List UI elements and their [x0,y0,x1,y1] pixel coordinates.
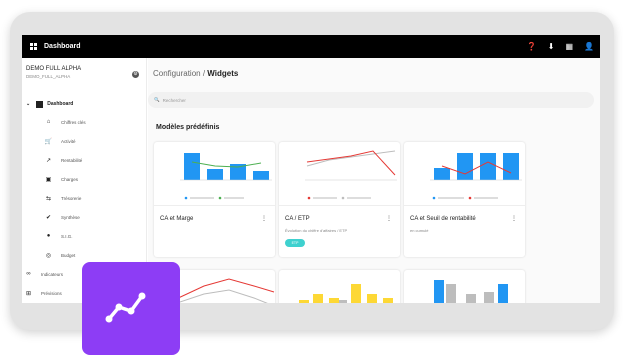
bar-line-chart-thumbnail [180,153,272,200]
widget-card-row2-2[interactable] [279,270,400,303]
widget-card-row2-3[interactable] [404,270,525,303]
bar-chart-thumbnail [299,284,393,303]
line-chart-icon [105,292,146,323]
home-icon: ⌂ [46,119,51,125]
user-icon[interactable]: 👤 [584,42,594,51]
sidebar-item-sig[interactable]: ● S.I.G. [44,230,73,242]
more-vert-icon[interactable]: ⋮ [261,215,267,222]
gear-icon[interactable]: ⚙ [132,71,139,78]
bar [207,169,223,180]
top-bar: Dashboard ❓ ⬇ ▦ 👤 [22,35,600,58]
analytics-badge [82,262,180,355]
breadcrumb-root[interactable]: Configuration [153,69,201,78]
sidebar-item-chiffres-cles[interactable]: ⌂ Chiffres clés [44,116,86,128]
bar [434,168,450,180]
bar-line-chart-thumbnail [430,153,522,200]
dashboard-icon [36,100,44,108]
widget-title: CA et Marge [160,216,194,222]
bar [457,153,473,180]
dashboard-logo-icon [30,42,38,51]
widget-description: en cumulé [410,228,429,233]
etp-badge: ETP [285,239,305,247]
org-name: DEMO FULL ALPHA [26,66,82,72]
plus-icon: ⊞ [25,290,32,297]
search-input[interactable]: 🔍 Rechercher [148,92,594,108]
sidebar-item-previsions[interactable]: ⊞ Prévisions [24,287,62,299]
cart-icon: 🛒 [44,138,53,145]
breadcrumb-current: Widgets [207,69,239,78]
widget-chart-thumbnail [279,142,400,206]
line-chart-thumbnail [305,150,397,200]
widget-card-ca-seuil[interactable]: CA et Seuil de rentabilité en cumulé ⋮ [404,142,525,257]
trend-icon: ↗ [45,157,52,164]
widget-description: Évolution du chiffre d'affaires / ETP [285,228,348,233]
widget-chart-thumbnail [154,142,275,206]
sidebar-item-tresorerie[interactable]: ⇆ Trésorerie [44,192,81,204]
more-vert-icon[interactable]: ⋮ [386,215,392,222]
org-id: DEMO_FULL_ALPHA [26,74,71,79]
infinity-icon: ∞ [26,271,31,277]
circle-icon: ● [46,233,51,239]
sidebar-item-budget[interactable]: ◎ Budget [44,249,75,261]
chevron-down-icon: ⌄ [26,101,31,107]
breadcrumb: Configuration / Widgets [153,69,239,78]
search-placeholder: Rechercher [162,97,186,103]
app-title: Dashboard [44,43,81,50]
bar [480,153,496,180]
apps-icon[interactable]: ▦ [565,42,573,51]
section-title: Modèles prédéfinis [156,124,220,131]
widget-title: CA et Seuil de rentabilité [410,216,476,222]
box-icon: ▣ [45,176,52,183]
help-icon[interactable]: ❓ [527,42,537,51]
sidebar-item-rentabilite[interactable]: ↗ Rentabilité [44,154,82,166]
bar [503,153,519,180]
sidebar-item-charges[interactable]: ▣ Charges [44,173,78,185]
widget-chart-thumbnail [404,142,525,206]
widget-title: CA / ETP [285,216,310,222]
widget-card-ca-etp[interactable]: CA / ETP Évolution du chiffre d'affaires… [279,142,400,257]
nav-dashboard-group[interactable]: ⌄ Dashboard [26,98,73,110]
more-vert-icon[interactable]: ⋮ [511,215,517,222]
download-icon[interactable]: ⬇ [548,42,555,51]
org-switcher[interactable]: DEMO FULL ALPHA DEMO_FULL_ALPHA ⚙ [26,66,143,88]
sidebar-item-indicateurs[interactable]: ∞ Indicateurs [24,268,63,280]
bar-chart-thumbnail [434,280,508,303]
arrows-icon: ⇆ [45,195,52,202]
search-icon: 🔍 [154,97,160,102]
bar [184,153,200,180]
sidebar-item-synthese[interactable]: ✔ Synthèse [44,211,80,223]
main-content: Configuration / Widgets 🔍 Rechercher Mod… [148,58,600,303]
nav-dashboard-label: Dashboard [47,101,74,107]
widget-card-ca-marge[interactable]: CA et Marge ⋮ [154,142,275,257]
target-icon: ◎ [45,252,52,259]
bar [253,171,269,180]
check-icon: ✔ [45,214,52,221]
sidebar-item-activite[interactable]: 🛒 Activité [44,135,76,147]
